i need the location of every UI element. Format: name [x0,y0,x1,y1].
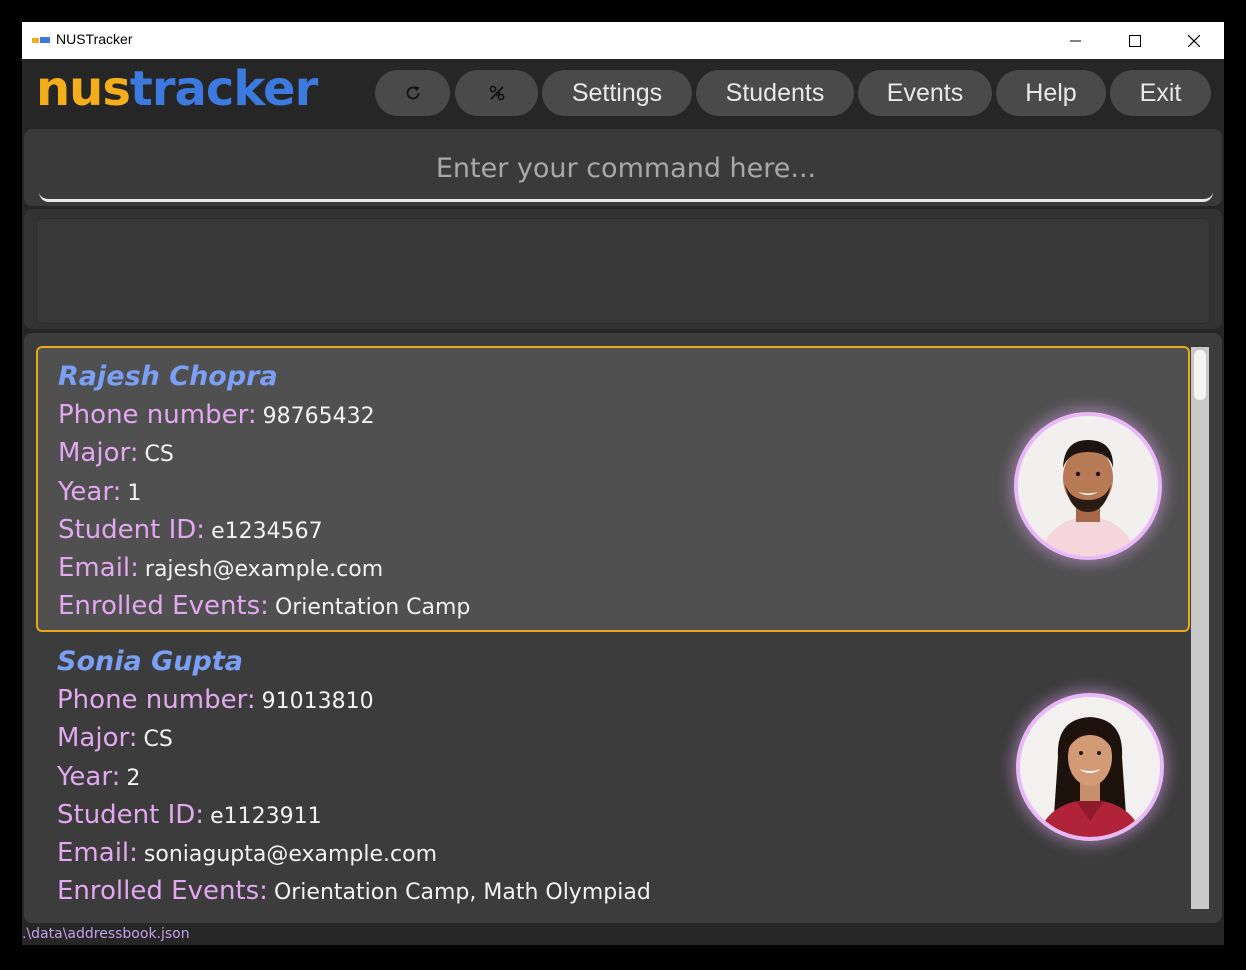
app-window: NUSTracker nustracker Settings Students … [22,22,1224,945]
email-row: Email: soniagupta@example.com [57,834,1190,872]
avatar-photo [1018,416,1158,556]
logo-nus: nus [36,61,131,117]
minimize-icon [1070,40,1081,41]
command-input[interactable] [39,137,1213,202]
major-label: Major: [58,438,139,469]
student-list-panel: Rajesh Chopra Phone number: 98765432 Majo… [24,333,1222,923]
student-id-value: e1123911 [210,803,322,829]
email-value: rajesh@example.com [144,557,384,583]
events-value: Orientation Camp [274,595,471,621]
refresh-icon [406,86,419,100]
avatar [1014,412,1162,560]
student-id-label: Student ID: [57,799,205,830]
events-value: Orientation Camp, Math Olympiad [273,880,651,906]
avatar [1016,693,1164,841]
scrollbar-thumb[interactable] [1194,350,1206,400]
year-label: Year: [57,761,121,792]
result-display [36,218,1210,324]
phone-label: Phone number: [57,685,256,715]
year-value: 1 [127,480,142,506]
year-value: 2 [126,765,141,791]
student-id-row: Student ID: e1123911 [57,796,1190,834]
events-button[interactable]: Events [858,70,992,116]
close-icon [1188,34,1200,47]
events-label: Enrolled Events: [57,876,268,907]
status-bar: .\data\addressbook.json [22,924,1224,945]
events-row: Enrolled Events: Orientation Camp, Math O… [57,872,1190,910]
title-bar: NUSTracker [22,22,1224,59]
exit-button[interactable]: Exit [1110,70,1211,116]
major-value: CS [143,727,173,753]
close-button[interactable] [1171,22,1217,59]
settings-button[interactable]: Settings [542,70,692,116]
student-name: Sonia Gupta [57,646,243,677]
major-value: CS [144,442,174,468]
theme-toggle-button[interactable] [455,70,538,116]
list-scrollbar[interactable] [1191,347,1209,909]
command-box-panel [24,129,1222,206]
phone-label: Phone number: [58,400,257,430]
data-file-path: .\data\addressbook.json [22,926,190,942]
phone-row: Phone number: 91013810 [57,681,1190,719]
phone-value: 91013810 [261,689,374,714]
student-id-row: Student ID: e1234567 [58,511,1188,549]
student-name: Rajesh Chopra [58,361,278,392]
avatar-photo [1020,697,1160,837]
app-logo: nustracker [36,59,318,119]
window-title: NUSTracker [56,31,133,47]
email-value: soniagupta@example.com [143,842,438,868]
phone-value: 98765432 [262,404,375,429]
student-card[interactable]: Rajesh Chopra Phone number: 98765432 Majo… [36,346,1190,632]
events-label: Enrolled Events: [58,591,269,622]
student-id-label: Student ID: [58,514,206,545]
maximize-icon [1129,34,1141,47]
year-label: Year: [58,476,122,507]
events-row: Enrolled Events: Orientation Camp [58,587,1188,625]
email-row: Email: rajesh@example.com [58,549,1188,587]
student-id-value: e1234567 [211,518,323,544]
email-label: Email: [57,838,138,869]
help-button[interactable]: Help [996,70,1106,116]
refresh-button[interactable] [375,70,450,116]
maximize-button[interactable] [1112,22,1158,59]
students-button[interactable]: Students [696,70,854,116]
logo-tracker: tracker [129,61,318,117]
app-icon [32,37,50,43]
major-label: Major: [57,723,138,754]
student-card[interactable]: Sonia Gupta Phone number: 91013810 Major:… [36,633,1190,919]
main-content: nustracker Settings Students Events Help… [22,59,1224,945]
theme-toggle-icon [489,85,504,101]
phone-row: Phone number: 98765432 [58,396,1188,434]
minimize-button[interactable] [1053,22,1099,59]
email-label: Email: [58,553,139,584]
result-display-panel [24,209,1222,329]
